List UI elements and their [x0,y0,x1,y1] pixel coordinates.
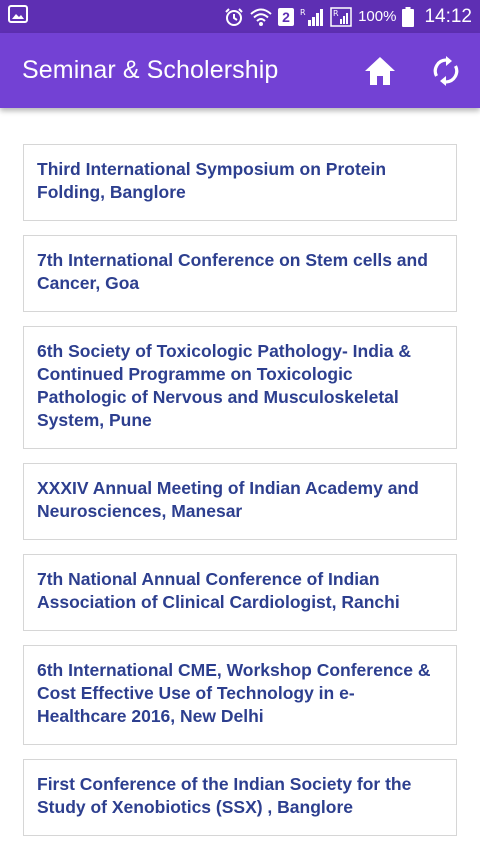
seminar-list[interactable]: Third International Symposium on Protein… [0,108,480,854]
svg-text:R: R [333,9,339,18]
signal-icon: R [330,6,352,27]
list-item-title: 6th International CME, Workshop Conferen… [37,660,431,726]
list-item[interactable]: 6th Society of Toxicologic Pathology- In… [23,326,457,449]
alarm-icon [224,7,244,27]
status-right: 2 R R 100% 14:12 [224,6,472,28]
wifi-icon [250,7,272,27]
home-button[interactable] [358,49,402,93]
list-item[interactable]: Third International Symposium on Protein… [23,144,457,221]
list-item[interactable]: XXXIV Annual Meeting of Indian Academy a… [23,463,457,540]
page-title: Seminar & Scholership [22,56,279,84]
list-item-title: First Conference of the Indian Society f… [37,774,412,817]
list-item-title: 6th Society of Toxicologic Pathology- In… [37,341,412,430]
app-bar: Seminar & Scholership [0,33,480,108]
svg-text:R: R [300,8,306,17]
status-left [8,5,224,28]
list-item-title: 7th National Annual Conference of Indian… [37,569,400,612]
list-item-title: 7th International Conference on Stem cel… [37,250,428,293]
battery-icon [402,6,415,27]
list-item-title: XXXIV Annual Meeting of Indian Academy a… [37,478,419,521]
status-bar: 2 R R 100% 14:12 [0,0,480,33]
sim-2-icon: 2 [278,7,295,26]
home-icon [365,56,395,85]
list-item-title: Third International Symposium on Protein… [37,159,387,202]
gallery-icon [8,5,28,28]
roaming-signal-icon: R [300,7,324,27]
list-item[interactable]: 6th International CME, Workshop Conferen… [23,645,457,745]
list-item[interactable]: 7th National Annual Conference of Indian… [23,554,457,631]
refresh-icon [433,55,459,86]
list-item[interactable]: 7th International Conference on Stem cel… [23,235,457,312]
clock: 14:12 [424,5,472,27]
refresh-button[interactable] [424,49,468,93]
app-actions [358,49,480,93]
list-item[interactable]: First Conference of the Indian Society f… [23,759,457,836]
battery-text: 100% [358,8,397,25]
